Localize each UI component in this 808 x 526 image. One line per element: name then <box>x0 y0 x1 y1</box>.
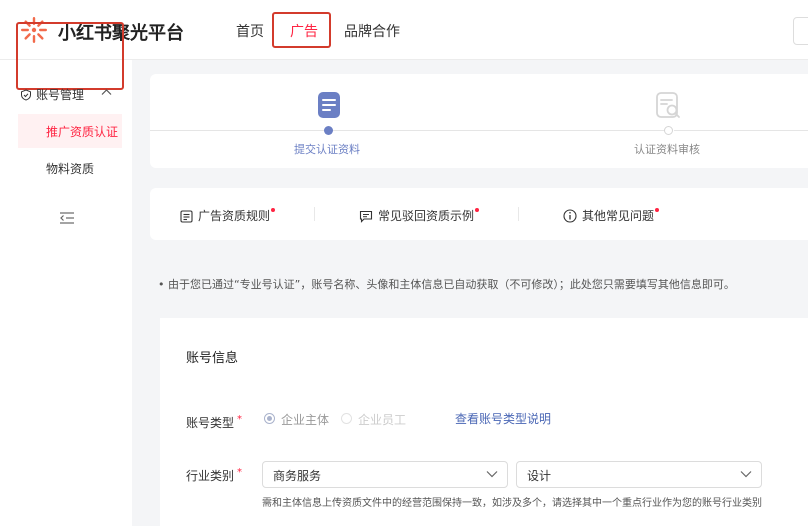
step-dot <box>664 126 673 135</box>
step-line <box>150 130 330 131</box>
industry-primary-value: 商务服务 <box>273 469 322 483</box>
notice-text: • 由于您已通过“专业号认证”，账号名称、头像和主体信息已自动获取（不可修改）；… <box>158 278 735 291</box>
sidebar-group-highlight <box>16 22 124 90</box>
industry-hint: 需和主体信息上传资质文件中的经营范围保持一致，如涉及多个，请选择其中一个重点行业… <box>262 498 762 509</box>
shield-check-icon <box>21 89 31 101</box>
nav-brand-cooperation[interactable]: 品牌合作 <box>344 21 400 41</box>
account-type-label: 账号类型 * <box>186 414 242 431</box>
nav-home[interactable]: 首页 <box>236 21 264 41</box>
help-link-other-faq[interactable]: 其他常见问题 <box>563 207 660 224</box>
radio-label-enterprise-entity: 企业主体 <box>281 413 330 427</box>
industry-secondary-select[interactable]: 设计 <box>516 461 762 488</box>
chevron-up-icon[interactable] <box>101 88 112 96</box>
sidebar-group-label: 账号管理 <box>36 88 85 102</box>
info-icon <box>563 209 577 223</box>
sidebar-item-promotion-qualification[interactable]: 推广资质认证 <box>46 123 118 140</box>
required-mark: * <box>237 414 243 425</box>
help-link-label: 广告资质规则 <box>198 209 271 223</box>
radio-enterprise-entity[interactable] <box>264 413 275 424</box>
document-search-icon <box>656 92 680 118</box>
nav-ads-highlight <box>272 12 331 48</box>
radio-enterprise-employee[interactable] <box>341 413 352 424</box>
red-dot-badge <box>475 208 480 212</box>
divider <box>518 207 519 221</box>
step-dot-active <box>324 126 333 135</box>
section-title: 账号信息 <box>186 351 239 366</box>
red-dot-badge <box>271 208 276 212</box>
account-type-label-text: 账号类型 <box>186 416 235 430</box>
sidebar-group-account-management[interactable]: 账号管理 <box>20 86 84 103</box>
steps-card <box>150 74 808 168</box>
comment-icon <box>359 210 373 223</box>
divider <box>314 207 315 221</box>
sidebar-item-material-qualification[interactable]: 物料资质 <box>46 160 94 177</box>
step-line <box>332 130 666 131</box>
account-type-help-link[interactable]: 查看账号类型说明 <box>455 410 551 427</box>
industry-label: 行业类别 * <box>186 467 242 484</box>
radio-label-enterprise-employee: 企业员工 <box>358 413 407 427</box>
step-label-submit: 提交认证资料 <box>294 143 360 156</box>
step-line <box>674 130 808 131</box>
red-dot-badge <box>655 208 660 212</box>
collapse-menu-icon[interactable] <box>59 211 75 225</box>
rules-icon <box>180 210 193 223</box>
step-label-review: 认证资料审核 <box>634 143 700 156</box>
chevron-down-icon <box>740 471 752 478</box>
top-right-button[interactable] <box>793 17 808 45</box>
required-mark: * <box>237 467 243 478</box>
help-link-ad-rules[interactable]: 广告资质规则 <box>180 207 276 224</box>
industry-secondary-value: 设计 <box>527 469 552 483</box>
document-icon <box>318 92 340 118</box>
industry-label-text: 行业类别 <box>186 469 235 483</box>
help-link-label: 其他常见问题 <box>582 209 655 223</box>
chevron-down-icon <box>486 471 498 478</box>
help-link-label: 常见驳回资质示例 <box>378 209 475 223</box>
industry-primary-select[interactable]: 商务服务 <box>262 461 508 488</box>
help-link-rejection-examples[interactable]: 常见驳回资质示例 <box>359 207 480 224</box>
